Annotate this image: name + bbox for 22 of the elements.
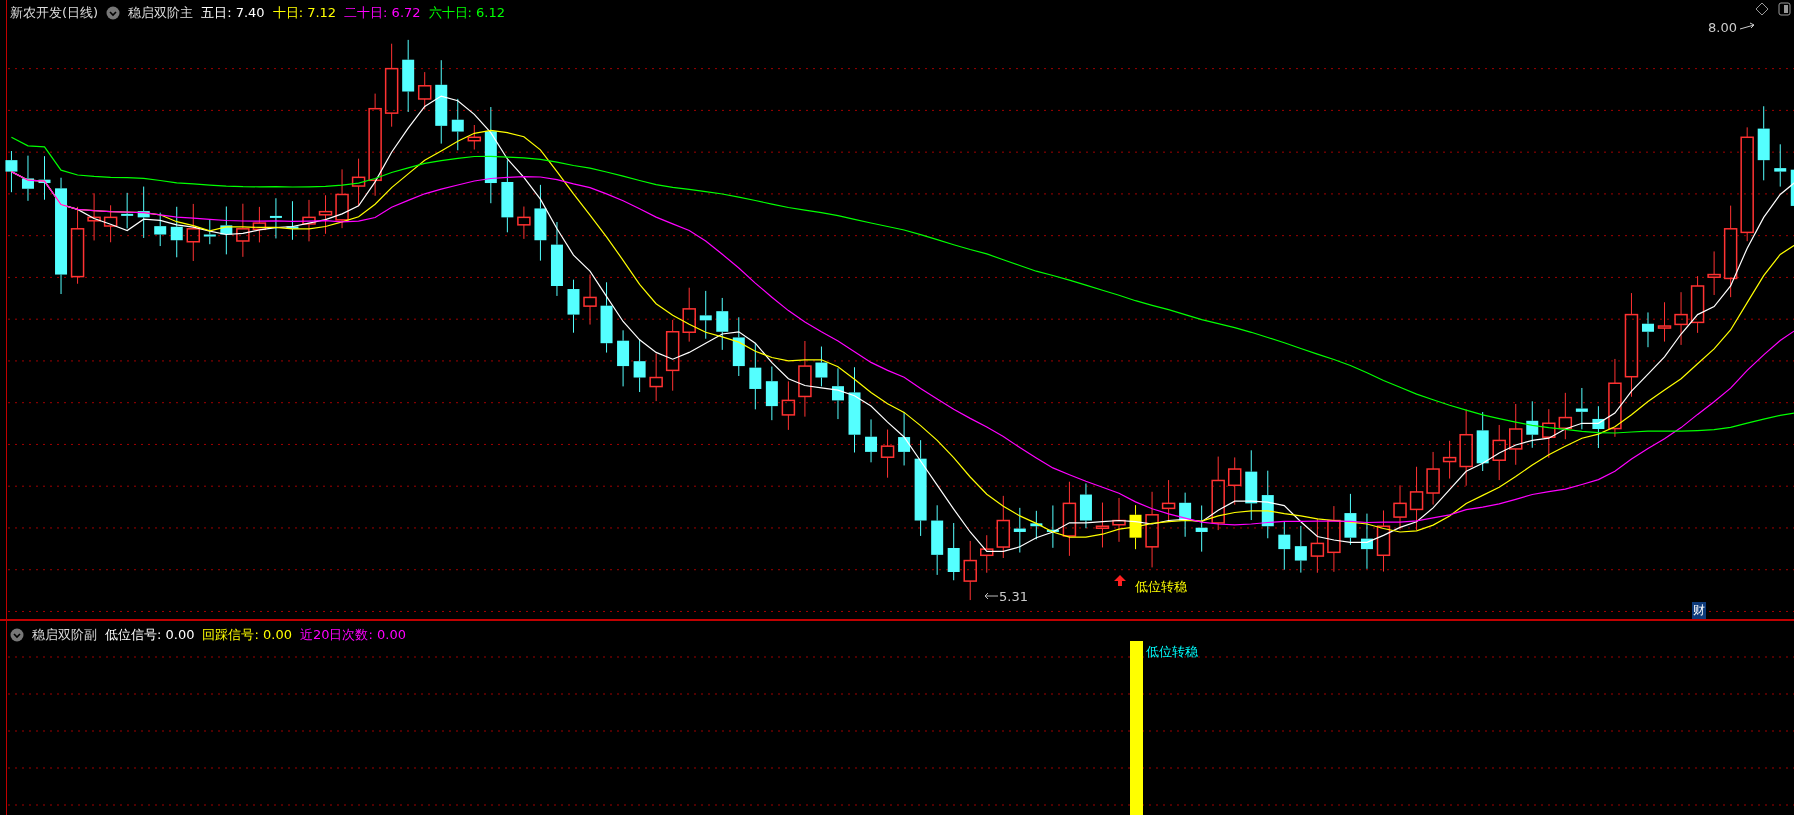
indicator-value: 回踩信号: 0.00 — [202, 626, 292, 644]
moving-average-value: 十日: 7.12 — [272, 4, 337, 22]
pointer-arrow-icon — [984, 592, 998, 600]
indicator-value: 低位信号: 0.00 — [105, 626, 195, 644]
moving-average-value: 二十日: 6.72 — [344, 4, 421, 22]
up-arrow-icon — [1114, 575, 1126, 586]
moving-average-value: 六十日: 6.12 — [428, 4, 506, 22]
panel-toggle-icon[interactable] — [1778, 2, 1791, 16]
signal-label: 低位转稳 — [1146, 643, 1198, 661]
low-price-label: 5.31 — [999, 589, 1028, 604]
diamond-icon[interactable] — [1755, 2, 1769, 16]
stock-title: 新农开发(日线) — [10, 4, 99, 22]
high-price-label: 8.00 — [1708, 20, 1737, 35]
dropdown-icon[interactable] — [10, 628, 24, 642]
pointer-arrow-icon — [1740, 22, 1755, 32]
indicator-name: 稳启双阶主 — [128, 4, 194, 22]
finance-badge[interactable]: 财 — [1692, 602, 1706, 619]
dropdown-icon[interactable] — [106, 6, 121, 20]
signal-label: 低位转稳 — [1135, 578, 1187, 596]
moving-average-value: 五日: 7.40 — [201, 4, 265, 22]
indicator-name: 稳启双阶副 — [32, 626, 97, 644]
indicator-value: 近20日次数: 0.00 — [299, 626, 406, 644]
